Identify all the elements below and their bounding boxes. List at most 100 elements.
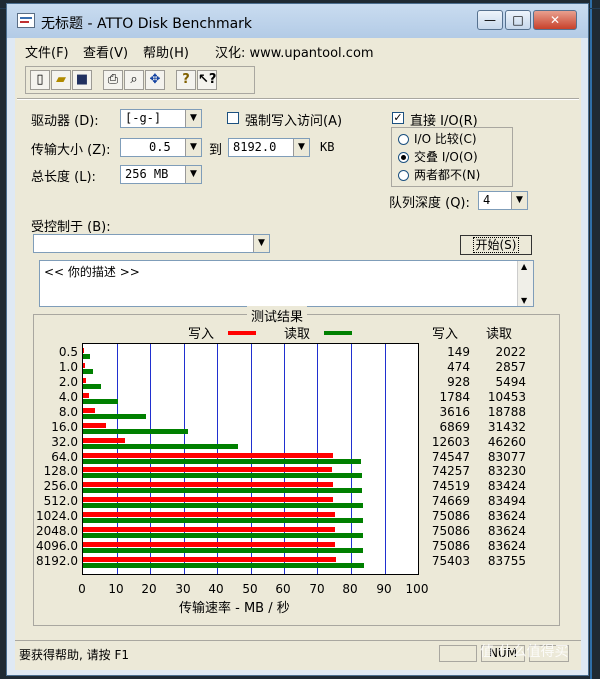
app-window: 无标题 - ATTO Disk Benchmark — □ ✕ 文件(F) 查看… [6,3,589,676]
chevron-down-icon[interactable]: ▼ [253,235,269,252]
direct-io-checkbox[interactable]: ✓ [392,112,404,124]
chevron-down-icon[interactable]: ▼ [185,110,201,127]
kb-unit-label: KB [320,140,335,154]
category-label-0.5: 0.5 [58,345,78,359]
status-panel-caps [439,645,477,662]
new-document-icon[interactable]: ▯ [30,70,50,90]
x-tick-90: 90 [376,582,392,596]
legend-write-label: 写入 [188,327,215,342]
read-bar-4096.0 [83,548,363,553]
read-value-8192.0: 83755 [487,554,526,568]
read-bar-8.0 [83,414,146,419]
category-label-128.0: 128.0 [43,464,78,478]
description-scrollbar[interactable]: ▲ ▼ [517,261,533,306]
app-icon [17,13,35,28]
neither-radio[interactable] [398,170,409,181]
category-label-8192.0: 8192.0 [36,554,78,568]
menu-localized-site: 汉化: www.upantool.com [215,46,374,61]
write-value-64.0: 74547 [431,450,470,464]
category-label-8.0: 8.0 [58,405,78,419]
write-bar-8192.0 [83,557,336,562]
x-tick-0: 0 [78,582,86,596]
read-value-1.0: 2857 [495,360,526,374]
read-value-2.0: 5494 [495,375,526,389]
write-value-4096.0: 75086 [431,539,470,553]
overlapped-io-radio[interactable] [398,152,409,163]
close-button[interactable]: ✕ [533,10,577,30]
write-value-1.0: 474 [447,360,470,374]
chevron-down-icon[interactable]: ▼ [185,139,201,156]
x-tick-100: 100 [405,582,429,596]
write-value-8192.0: 75403 [431,554,470,568]
start-button[interactable]: 开始(S) [460,235,532,255]
read-bar-2048.0 [83,533,363,538]
read-bar-16.0 [83,429,188,434]
print-preview-icon[interactable]: ⌕ [124,70,144,90]
controlled-by-label: 受控制于 (B): [31,220,111,235]
x-tick-80: 80 [342,582,358,596]
write-bar-2048.0 [83,527,335,532]
gridline-90 [385,344,386,574]
write-value-0.5: 149 [447,345,470,359]
category-label-2.0: 2.0 [58,375,78,389]
read-bar-256.0 [83,488,362,493]
write-bar-2.0 [83,378,86,383]
write-bar-1024.0 [83,512,335,517]
write-bar-4096.0 [83,542,335,547]
description-box[interactable]: << 你的描述 >> ▲ ▼ [39,260,534,307]
read-bar-128.0 [83,473,362,478]
save-disk-icon[interactable]: ■ [72,70,92,90]
write-bar-1.0 [83,363,85,368]
x-tick-70: 70 [309,582,325,596]
transfer-max-value: 8192.0 [233,140,277,154]
read-value-128.0: 83230 [487,464,526,478]
read-bar-4.0 [83,399,118,404]
write-column-header: 写入 [432,327,459,342]
context-help-icon[interactable]: ↖? [197,70,217,90]
x-tick-40: 40 [208,582,224,596]
chevron-down-icon[interactable]: ▼ [185,166,201,183]
write-value-4.0: 1784 [439,390,470,404]
scroll-up-icon[interactable]: ▲ [521,262,527,271]
read-column-header: 读取 [486,327,513,342]
queue-depth-select[interactable]: 4 ▼ [478,191,528,210]
scroll-down-icon[interactable]: ▼ [521,296,527,305]
chevron-down-icon[interactable]: ▼ [511,192,527,209]
force-write-checkbox[interactable] [227,112,239,124]
printer-icon[interactable]: ⎙ [103,70,123,90]
write-value-512.0: 74669 [431,494,470,508]
transfer-size-label: 传输大小 (Z): [31,143,111,158]
to-label: 到 [209,143,223,158]
move-arrows-icon[interactable]: ✥ [145,70,165,90]
transfer-max-select[interactable]: 8192.0 ▼ [228,138,310,157]
read-value-4.0: 10453 [487,390,526,404]
transfer-min-select[interactable]: 0.5 ▼ [120,138,202,157]
chevron-down-icon[interactable]: ▼ [293,139,309,156]
read-value-16.0: 31432 [487,420,526,434]
menu-file[interactable]: 文件(F) [25,42,69,61]
watermark-text: 值 什么值得买 [480,644,569,660]
total-length-select[interactable]: 256 MB ▼ [120,165,202,184]
write-value-128.0: 74257 [431,464,470,478]
read-value-64.0: 83077 [487,450,526,464]
x-tick-30: 30 [175,582,191,596]
about-question-icon[interactable]: ? [176,70,196,90]
force-write-label: 强制写入访问(A) [245,114,343,129]
open-folder-icon[interactable]: ▰ [51,70,71,90]
minimize-button[interactable]: — [477,10,503,30]
menu-help[interactable]: 帮助(H) [143,42,189,61]
overlapped-io-label: 交叠 I/O(O) [414,150,478,164]
read-value-4096.0: 83624 [487,539,526,553]
io-compare-radio[interactable] [398,134,409,145]
drive-select[interactable]: [-g-] ▼ [120,109,202,128]
title-bar[interactable]: 无标题 - ATTO Disk Benchmark — □ ✕ [7,4,588,38]
read-value-1024.0: 83624 [487,509,526,523]
legend-read-swatch [324,331,352,335]
category-label-32.0: 32.0 [51,435,78,449]
write-bar-128.0 [83,467,332,472]
controlled-by-select[interactable]: ▼ [33,234,270,253]
write-bar-64.0 [83,453,333,458]
maximize-button[interactable]: □ [505,10,531,30]
legend-write-swatch [228,331,256,335]
menu-view[interactable]: 查看(V) [83,42,128,61]
